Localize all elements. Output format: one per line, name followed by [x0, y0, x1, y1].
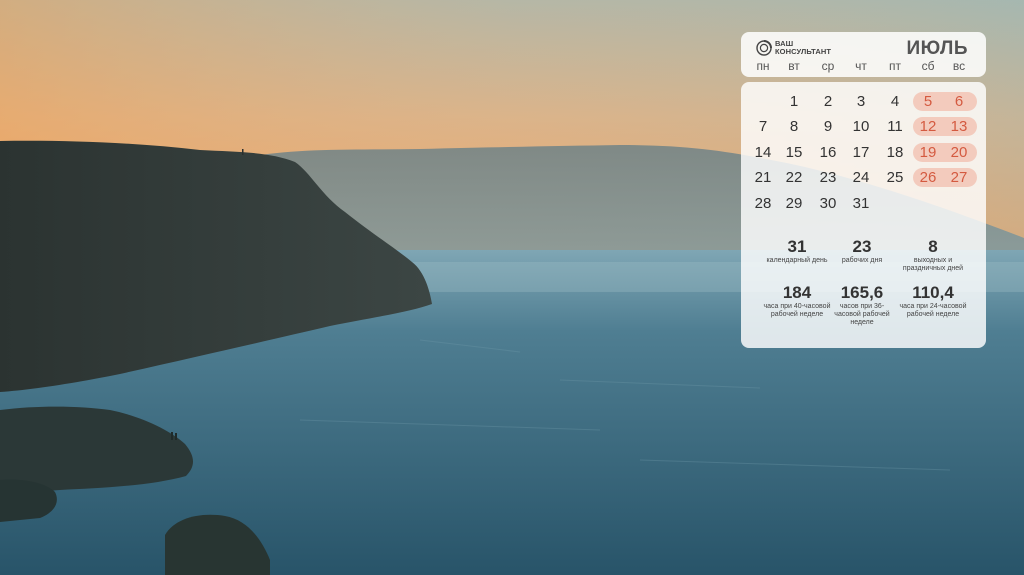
- stat-label: часа при 24-часовой рабочей неделе: [899, 303, 967, 318]
- stat-value: 184: [782, 283, 812, 302]
- stat-block: 110,4 часа при 24-часовой рабочей неделе: [898, 283, 968, 319]
- stat-block: 23 рабочих дня: [827, 237, 897, 265]
- calendar-day: 17: [852, 144, 870, 161]
- consultant-logo-icon: [756, 40, 772, 56]
- calendar-day: 9: [823, 118, 833, 135]
- calendar-day-weekend: 26: [919, 169, 937, 186]
- stat-block: 31 календарный день: [762, 237, 832, 265]
- stat-block: 184 часа при 40-часовой рабочей неделе: [762, 283, 832, 319]
- calendar-day: 14: [754, 144, 772, 161]
- stat-value: 31: [787, 237, 807, 256]
- calendar-day: 10: [852, 118, 870, 135]
- stat-label: часов при 36-часовой рабочей неделе: [834, 303, 890, 326]
- weekday-header-row: пн вт ср чт пт сб вс: [741, 59, 986, 75]
- stat-label: выходных и праздничных дней: [902, 257, 964, 272]
- calendar-day: 2: [823, 93, 833, 110]
- weekday-label: сб: [921, 59, 935, 73]
- calendar-day-weekend: 20: [950, 144, 968, 161]
- calendar-day-weekend: 27: [950, 169, 968, 186]
- calendar-day: 28: [754, 195, 772, 212]
- calendar-day: 31: [852, 195, 870, 212]
- calendar-day: 1: [789, 93, 799, 110]
- weekday-label: ср: [821, 59, 835, 73]
- weekday-label: вс: [952, 59, 966, 73]
- stat-block: 8 выходных и праздничных дней: [898, 237, 968, 273]
- calendar-day: 30: [819, 195, 837, 212]
- calendar-day-weekend: 6: [954, 93, 964, 110]
- weekday-label: пн: [756, 59, 770, 73]
- calendar-day: 3: [856, 93, 866, 110]
- calendar-day: 8: [789, 118, 799, 135]
- calendar-day-weekend: 12: [919, 118, 937, 135]
- calendar-day: 15: [785, 144, 803, 161]
- calendar-day: 23: [819, 169, 837, 186]
- calendar-day: 22: [785, 169, 803, 186]
- calendar-day: 16: [819, 144, 837, 161]
- stat-label: часа при 40-часовой рабочей неделе: [763, 303, 831, 318]
- stat-value: 8: [928, 237, 938, 256]
- calendar-body: 1 2 3 4 5 6 7 8 9 10 11 12 13 14 15 16 17 18 19 20 21 22 23 24 2…: [741, 82, 986, 348]
- weekday-label: вт: [788, 59, 800, 73]
- stat-label: рабочих дня: [841, 257, 883, 264]
- calendar-day: 7: [758, 118, 768, 135]
- stat-label: календарный день: [766, 257, 828, 264]
- calendar-day: 25: [886, 169, 904, 186]
- calendar-day: 29: [785, 195, 803, 212]
- calendar-day-weekend: 13: [950, 118, 968, 135]
- stat-value: 165,6: [840, 283, 884, 302]
- weekday-label: чт: [855, 59, 867, 73]
- calendar-day: 18: [886, 144, 904, 161]
- weekday-label: пт: [889, 59, 901, 73]
- stat-value: 110,4: [912, 283, 954, 302]
- stat-block: 165,6 часов при 36-часовой рабочей неделе: [827, 283, 897, 327]
- calendar-day: 24: [852, 169, 870, 186]
- calendar-header: ваш консультант ИЮЛЬ пн вт ср чт пт сб вс: [741, 32, 986, 77]
- calendar-day-weekend: 19: [919, 144, 937, 161]
- calendar-day-weekend: 5: [923, 93, 933, 110]
- brand-logo: ваш консультант: [756, 40, 831, 56]
- stat-value: 23: [852, 237, 872, 256]
- month-title: ИЮЛЬ: [906, 38, 968, 59]
- brand-line-2: консультант: [775, 47, 832, 56]
- calendar-day: 11: [887, 118, 903, 135]
- calendar-day: 4: [890, 93, 900, 110]
- calendar-day: 21: [754, 169, 772, 186]
